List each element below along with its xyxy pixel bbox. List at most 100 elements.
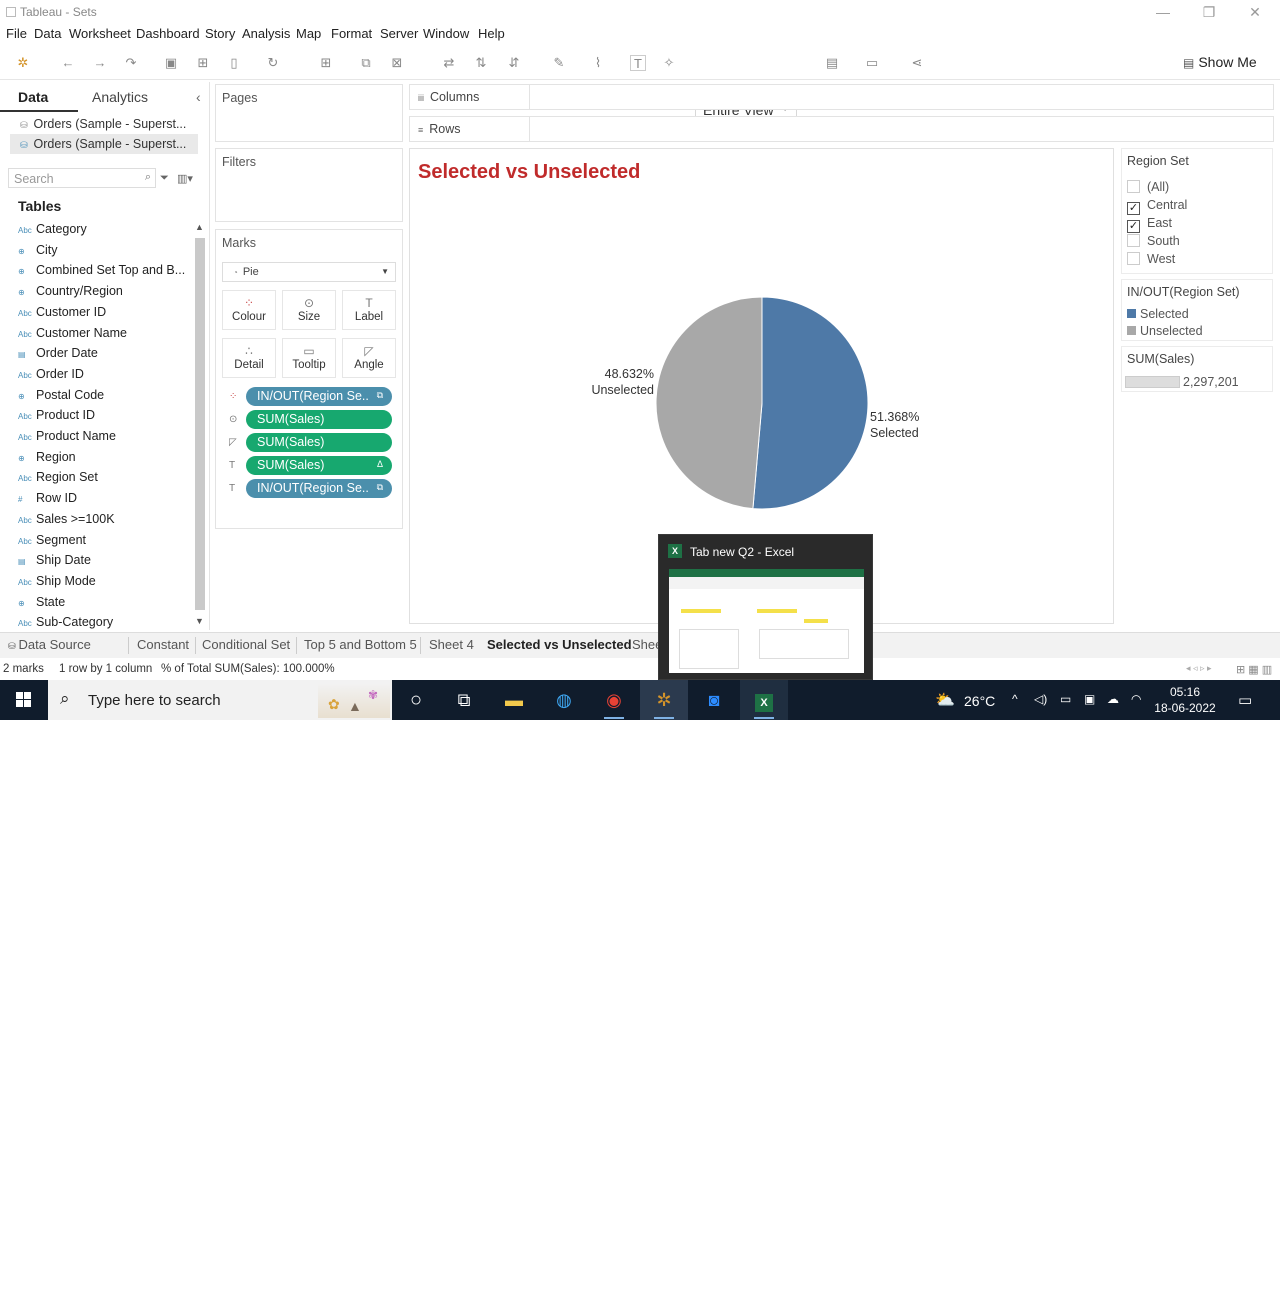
checkbox-west[interactable]: West bbox=[1127, 252, 1175, 266]
field-item[interactable]: Abc Sub-Category bbox=[18, 615, 113, 629]
field-item[interactable]: ⊕ Postal Code bbox=[18, 388, 104, 402]
tableau-taskbar-icon[interactable]: ✲ bbox=[640, 680, 688, 720]
tableau-logo-icon[interactable]: ✲ bbox=[15, 55, 31, 71]
menu-data[interactable]: Data bbox=[34, 26, 61, 41]
field-item[interactable]: Abc Customer Name bbox=[18, 326, 127, 340]
field-item[interactable]: Abc Sales >=100K bbox=[18, 512, 115, 526]
pie-slice-selected[interactable] bbox=[752, 296, 869, 510]
tooltip-button[interactable]: ▭ Tooltip bbox=[282, 338, 336, 378]
scroll-up-icon[interactable]: ▲ bbox=[195, 222, 204, 232]
menu-story[interactable]: Story bbox=[205, 26, 235, 41]
notifications-icon[interactable]: ▭ bbox=[1238, 691, 1252, 709]
speaker-icon[interactable]: ◁) bbox=[1034, 692, 1047, 706]
legend-item-unselected[interactable]: Unselected bbox=[1127, 324, 1203, 338]
field-item[interactable]: ⊕ Country/Region bbox=[18, 284, 123, 298]
excel-taskbar-icon[interactable]: X bbox=[740, 680, 788, 720]
scroll-down-icon[interactable]: ▼ bbox=[195, 616, 204, 626]
clear-sheet-icon[interactable]: ⊠ bbox=[389, 55, 405, 71]
taskbar-preview[interactable]: X Tab new Q2 - Excel bbox=[658, 534, 873, 680]
legend-item-selected[interactable]: Selected bbox=[1127, 307, 1189, 321]
tab-top5-bottom5[interactable]: Top 5 and Bottom 5 bbox=[304, 637, 417, 652]
field-item[interactable]: ⊕ Region bbox=[18, 450, 76, 464]
tab-sheet4[interactable]: Sheet 4 bbox=[429, 637, 474, 652]
pill-sum-sales-angle[interactable]: SUM(Sales) bbox=[246, 433, 392, 452]
preview-thumbnail[interactable] bbox=[669, 569, 864, 673]
checkbox[interactable] bbox=[1127, 252, 1140, 265]
tab-analytics[interactable]: Analytics bbox=[92, 89, 148, 105]
tab-conditional-set[interactable]: Conditional Set bbox=[202, 637, 290, 652]
size-button[interactable]: ⊙ Size bbox=[282, 290, 336, 330]
menu-worksheet[interactable]: Worksheet bbox=[69, 26, 131, 41]
sort-desc-icon[interactable]: ⇵ bbox=[506, 55, 522, 71]
edge-icon[interactable]: ◍ bbox=[540, 680, 588, 720]
field-item[interactable]: Abc Product Name bbox=[18, 429, 116, 443]
pie-slice-unselected[interactable] bbox=[655, 296, 763, 510]
field-item[interactable]: Abc Segment bbox=[18, 533, 86, 547]
field-item[interactable]: ▤ Order Date bbox=[18, 346, 98, 360]
meet-icon[interactable]: ▣ bbox=[1084, 692, 1095, 706]
field-item[interactable]: ⊕ Combined Set Top and B... bbox=[18, 263, 185, 277]
save-icon[interactable]: ▣ bbox=[163, 55, 179, 71]
weather-temp[interactable]: 26°C bbox=[964, 693, 995, 709]
replay-icon[interactable]: ↷ bbox=[123, 55, 139, 71]
menu-server[interactable]: Server bbox=[380, 26, 418, 41]
sheet-nav-icons[interactable]: ◂ ◃ ▹ ▸ bbox=[1186, 663, 1212, 674]
share-icon[interactable]: ⋖ bbox=[909, 55, 925, 71]
battery-icon[interactable]: ▭ bbox=[1060, 692, 1071, 706]
zoom-icon[interactable]: ◙ bbox=[690, 680, 738, 720]
undo-icon[interactable]: ← bbox=[60, 55, 76, 71]
checkbox[interactable] bbox=[1127, 234, 1140, 247]
field-item[interactable]: Abc Customer ID bbox=[18, 305, 106, 319]
swap-icon[interactable]: ⇄ bbox=[441, 55, 457, 71]
label-button[interactable]: T Label bbox=[342, 290, 396, 330]
weather-icon[interactable]: ⛅ bbox=[935, 690, 955, 710]
search-input[interactable]: Search ⌕ bbox=[8, 168, 156, 188]
onedrive-icon[interactable]: ☁ bbox=[1107, 692, 1119, 706]
pause-updates-icon[interactable]: ▯ bbox=[226, 55, 242, 71]
mark-type-dropdown[interactable]: ◔ Pie ▼ bbox=[222, 262, 396, 282]
collapse-pane-icon[interactable]: ‹ bbox=[196, 89, 201, 105]
minimize-button[interactable]: — bbox=[1140, 2, 1186, 22]
menu-help[interactable]: Help bbox=[478, 26, 505, 41]
new-datasource-icon[interactable]: ⊞ bbox=[195, 55, 211, 71]
pill-sum-sales-label[interactable]: SUM(Sales) Δ bbox=[246, 456, 392, 475]
field-item[interactable]: ⊕ City bbox=[18, 243, 58, 257]
checkbox-all[interactable]: (All) bbox=[1127, 180, 1169, 194]
chrome-icon[interactable]: ◉ bbox=[590, 680, 638, 720]
menu-analysis[interactable]: Analysis bbox=[242, 26, 290, 41]
sort-asc-icon[interactable]: ⇅ bbox=[473, 55, 489, 71]
clock[interactable]: 05:16 18-06-2022 bbox=[1152, 684, 1218, 716]
pill-sum-sales-size[interactable]: SUM(Sales) bbox=[246, 410, 392, 429]
highlight-icon[interactable]: ✎ bbox=[551, 55, 567, 71]
view-toggle-icons[interactable]: ⊞ ▦ ▥ bbox=[1236, 663, 1272, 676]
wifi-icon[interactable]: ◠ bbox=[1131, 692, 1141, 706]
columns-shelf[interactable]: iii Columns bbox=[409, 84, 1274, 110]
file-explorer-icon[interactable]: ▬ bbox=[490, 680, 538, 720]
checkbox[interactable] bbox=[1127, 180, 1140, 193]
checkbox-east[interactable]: ✓ East bbox=[1127, 216, 1172, 233]
pages-card[interactable]: Pages bbox=[215, 84, 403, 142]
tab-constant[interactable]: Constant bbox=[137, 637, 189, 652]
detail-button[interactable]: ∴ Detail bbox=[222, 338, 276, 378]
checkbox-central[interactable]: ✓ Central bbox=[1127, 198, 1187, 215]
menu-format[interactable]: Format bbox=[331, 26, 372, 41]
checkbox-south[interactable]: South bbox=[1127, 234, 1180, 248]
labels-icon[interactable]: T bbox=[630, 55, 646, 71]
angle-button[interactable]: ◸ Angle bbox=[342, 338, 396, 378]
pill-inout-colour[interactable]: IN/OUT(Region Se.. ⧉ bbox=[246, 387, 392, 406]
field-item[interactable]: ⊕ State bbox=[18, 595, 65, 609]
rows-shelf[interactable]: ≡ Rows bbox=[409, 116, 1274, 142]
tab-selected-vs-unselected[interactable]: Selected vs Unselected bbox=[487, 637, 632, 652]
colour-button[interactable]: ⁘ Colour bbox=[222, 290, 276, 330]
menu-file[interactable]: File bbox=[6, 26, 27, 41]
checkbox[interactable]: ✓ bbox=[1127, 202, 1140, 215]
field-item[interactable]: Abc Ship Mode bbox=[18, 574, 96, 588]
filters-card[interactable]: Filters bbox=[215, 148, 403, 222]
group-icon[interactable]: ⌇ bbox=[590, 55, 606, 71]
datasource-item-active[interactable]: ⛁ Orders (Sample - Superst... bbox=[10, 134, 198, 154]
presentation-icon[interactable]: ▭ bbox=[864, 55, 880, 71]
cortana-icon[interactable]: ○ bbox=[392, 680, 440, 720]
view-options-icon[interactable]: ▥▾ bbox=[177, 172, 193, 185]
menu-map[interactable]: Map bbox=[296, 26, 321, 41]
field-item[interactable]: Abc Category bbox=[18, 222, 87, 236]
